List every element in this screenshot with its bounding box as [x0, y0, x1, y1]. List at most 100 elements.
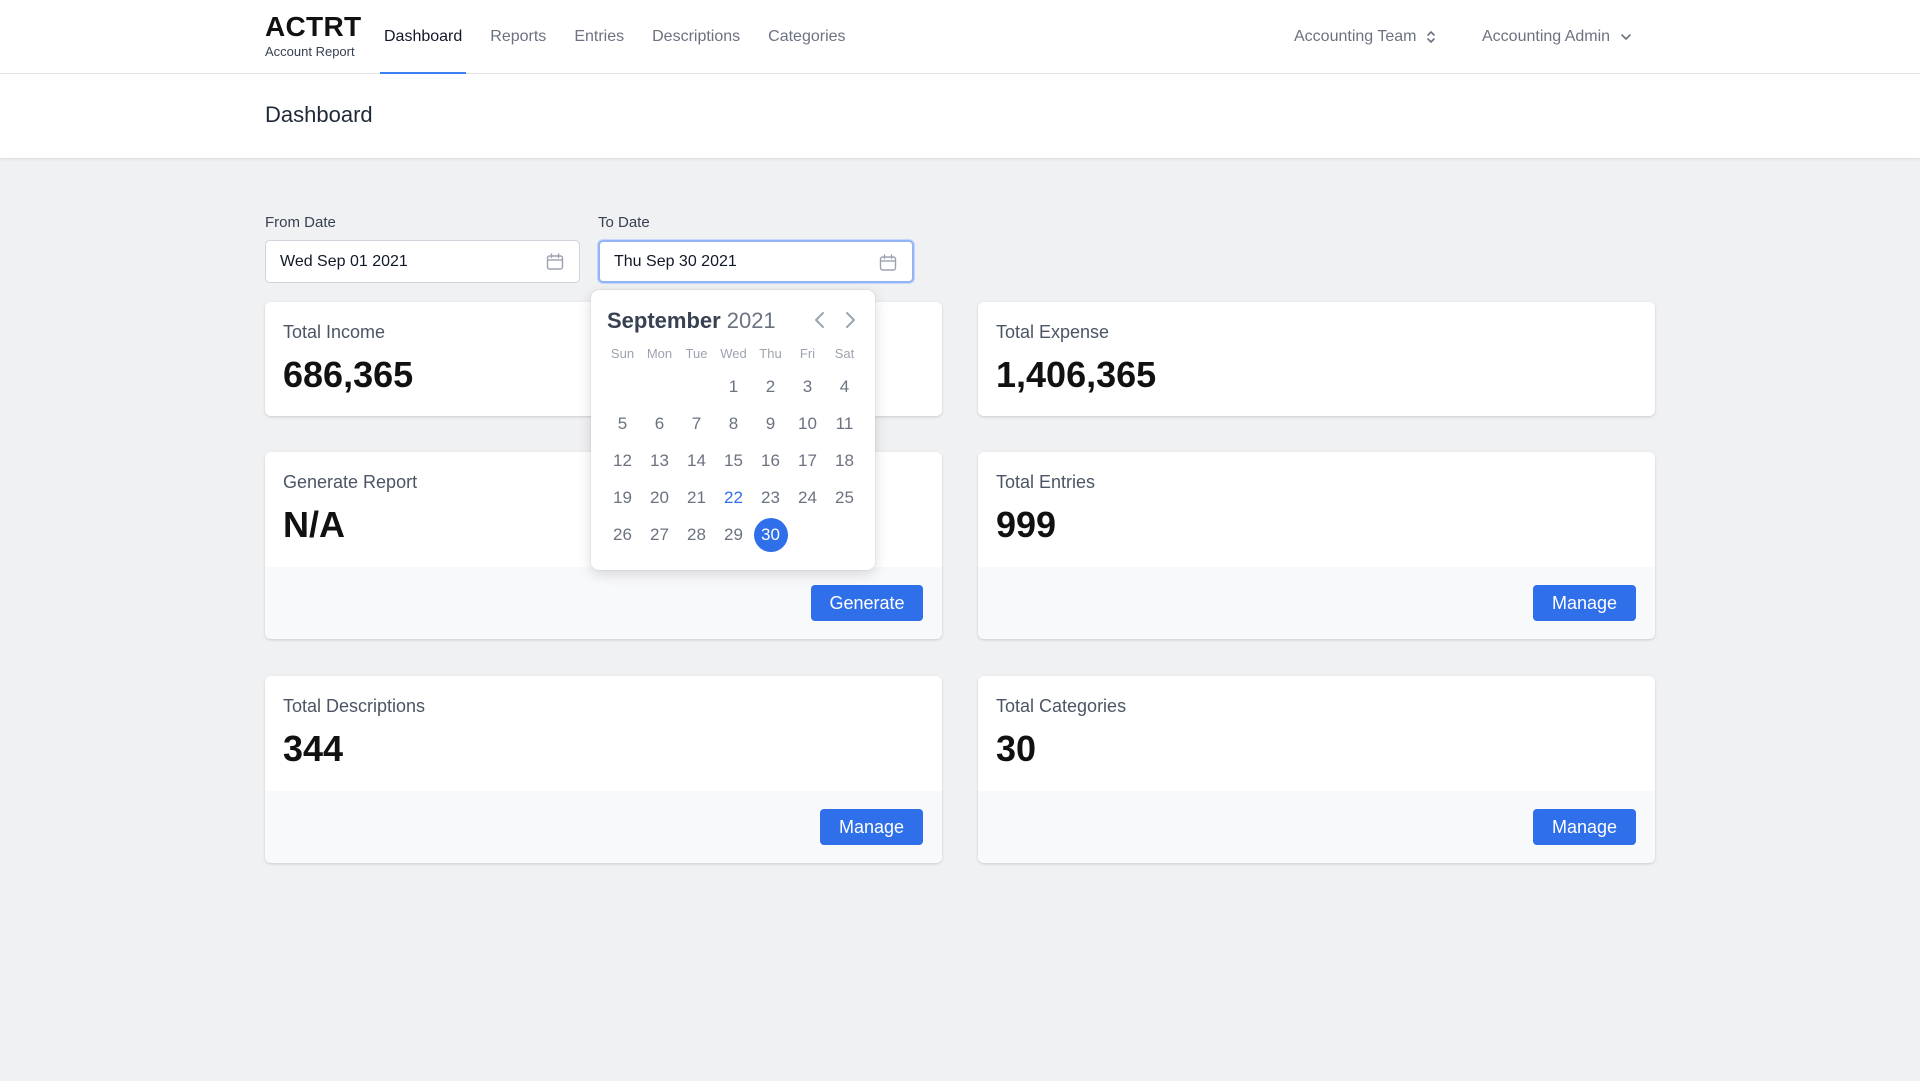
calendar-day-number: 23 [761, 488, 780, 507]
calendar-year[interactable]: 2021 [727, 308, 776, 333]
user-menu[interactable]: Accounting Admin [1482, 0, 1632, 74]
from-date-input[interactable]: Wed Sep 01 2021 [265, 240, 580, 283]
card-footer: Manage [265, 791, 942, 863]
calendar-day[interactable]: 18 [826, 442, 863, 479]
brand[interactable]: ACTRT Account Report [265, 12, 361, 60]
calendar-day[interactable]: 7 [678, 405, 715, 442]
card-value: 686,365 [283, 354, 414, 395]
calendar-day[interactable]: 13 [641, 442, 678, 479]
chevron-up-down-icon [1426, 30, 1436, 44]
total-expense-card: Total Expense 1,406,365 [978, 302, 1655, 416]
calendar-day[interactable]: 20 [641, 479, 678, 516]
calendar-icon [546, 253, 564, 270]
card-footer: Generate [265, 567, 942, 639]
calendar-week-row: 1 2 3 4 [604, 368, 863, 405]
calendar-day[interactable]: 30 [752, 516, 789, 553]
calendar-day[interactable]: 2 [752, 368, 789, 405]
calendar-day[interactable]: 19 [604, 479, 641, 516]
card-value: 344 [283, 728, 344, 769]
calendar-day-number: 5 [617, 414, 628, 433]
calendar-day-number: 22 [724, 488, 743, 507]
calendar-day-number: 27 [650, 525, 669, 544]
calendar-day-number: 29 [724, 525, 743, 544]
user-name: Accounting Admin [1482, 28, 1611, 45]
calendar-day[interactable]: 14 [678, 442, 715, 479]
calendar-day-number: 17 [798, 451, 817, 470]
calendar-day-number: 19 [613, 488, 632, 507]
from-date-value: Wed Sep 01 2021 [280, 252, 408, 270]
brand-subtitle: Account Report [265, 44, 355, 59]
manage-descriptions-button[interactable]: Manage [820, 809, 923, 845]
calendar-day-number: 1 [728, 377, 739, 396]
calendar-day[interactable]: 5 [604, 405, 641, 442]
calendar-day-number: 18 [835, 451, 854, 470]
to-date-input[interactable]: Thu Sep 30 2021 [598, 240, 914, 283]
calendar-day-number: 21 [687, 488, 706, 507]
to-date-label: To Date [598, 214, 650, 231]
calendar-day[interactable]: 17 [789, 442, 826, 479]
card-footer: Manage [978, 567, 1655, 639]
calendar-day[interactable]: 21 [678, 479, 715, 516]
card-value: N/A [283, 504, 345, 545]
calendar-week-row: 5 6 7 8 9 10 11 [604, 405, 863, 442]
team-switcher[interactable]: Accounting Team [1294, 0, 1436, 74]
calendar-day[interactable]: 9 [752, 405, 789, 442]
calendar-day[interactable]: 27 [641, 516, 678, 553]
weekday-label: Thu [759, 346, 782, 361]
calendar-day-number: 11 [835, 414, 854, 433]
calendar-day[interactable]: 1 [715, 368, 752, 405]
calendar-day[interactable]: 24 [789, 479, 826, 516]
calendar-day[interactable]: 12 [604, 442, 641, 479]
calendar-header: September 2021 [607, 308, 776, 334]
calendar-day[interactable]: 29 [715, 516, 752, 553]
card-label: Total Entries [996, 472, 1096, 492]
calendar-day-number: 26 [613, 525, 632, 544]
calendar-day-number: 6 [654, 414, 665, 433]
chevron-right-icon[interactable] [839, 308, 861, 332]
calendar-day[interactable]: 10 [789, 405, 826, 442]
card-footer: Manage [978, 791, 1655, 863]
calendar-day[interactable]: 3 [789, 368, 826, 405]
calendar-day-number: 13 [650, 451, 669, 470]
calendar-day-number: 7 [691, 414, 702, 433]
calendar-day[interactable]: 28 [678, 516, 715, 553]
weekday-label: Fri [799, 346, 816, 361]
calendar-day[interactable]: 8 [715, 405, 752, 442]
nav-reports[interactable]: Reports [486, 0, 550, 74]
calendar-day[interactable]: 6 [641, 405, 678, 442]
calendar-empty-cell [641, 368, 678, 405]
nav-entries[interactable]: Entries [570, 0, 628, 74]
manage-categories-button[interactable]: Manage [1533, 809, 1636, 845]
card-label: Total Categories [996, 696, 1127, 716]
calendar-empty-cell [826, 516, 863, 553]
weekday-label: Sun [610, 346, 635, 361]
manage-entries-button[interactable]: Manage [1533, 585, 1636, 621]
calendar-day-number: 14 [687, 451, 706, 470]
card-label: Total Expense [996, 322, 1110, 342]
calendar-day-number: 30 [753, 518, 788, 552]
nav-dashboard[interactable]: Dashboard [380, 0, 467, 74]
calendar-month[interactable]: September [607, 308, 721, 333]
calendar-day[interactable]: 26 [604, 516, 641, 553]
calendar-grid: Sun Mon Tue Wed Thu Fri Sat 1 2 3 4 5 6 7 8 9 10 11 12 13 1… [604, 346, 863, 553]
chevron-down-icon [1620, 33, 1632, 41]
calendar-empty-cell [604, 368, 641, 405]
to-date-value: Thu Sep 30 2021 [614, 252, 737, 270]
page-title: Dashboard [265, 102, 373, 127]
calendar-icon [879, 254, 897, 271]
calendar-day-number: 24 [798, 488, 817, 507]
calendar-day[interactable]: 15 [715, 442, 752, 479]
calendar-day-number: 9 [765, 414, 776, 433]
calendar-day[interactable]: 11 [826, 405, 863, 442]
weekday-label: Wed [720, 346, 747, 361]
calendar-day[interactable]: 25 [826, 479, 863, 516]
card-value: 1,406,365 [996, 354, 1157, 395]
generate-button[interactable]: Generate [811, 585, 923, 621]
nav-descriptions[interactable]: Descriptions [648, 0, 744, 74]
calendar-day[interactable]: 4 [826, 368, 863, 405]
calendar-day[interactable]: 23 [752, 479, 789, 516]
chevron-left-icon[interactable] [809, 308, 831, 332]
calendar-day[interactable]: 16 [752, 442, 789, 479]
nav-categories[interactable]: Categories [764, 0, 849, 74]
calendar-day[interactable]: 22 [715, 479, 752, 516]
